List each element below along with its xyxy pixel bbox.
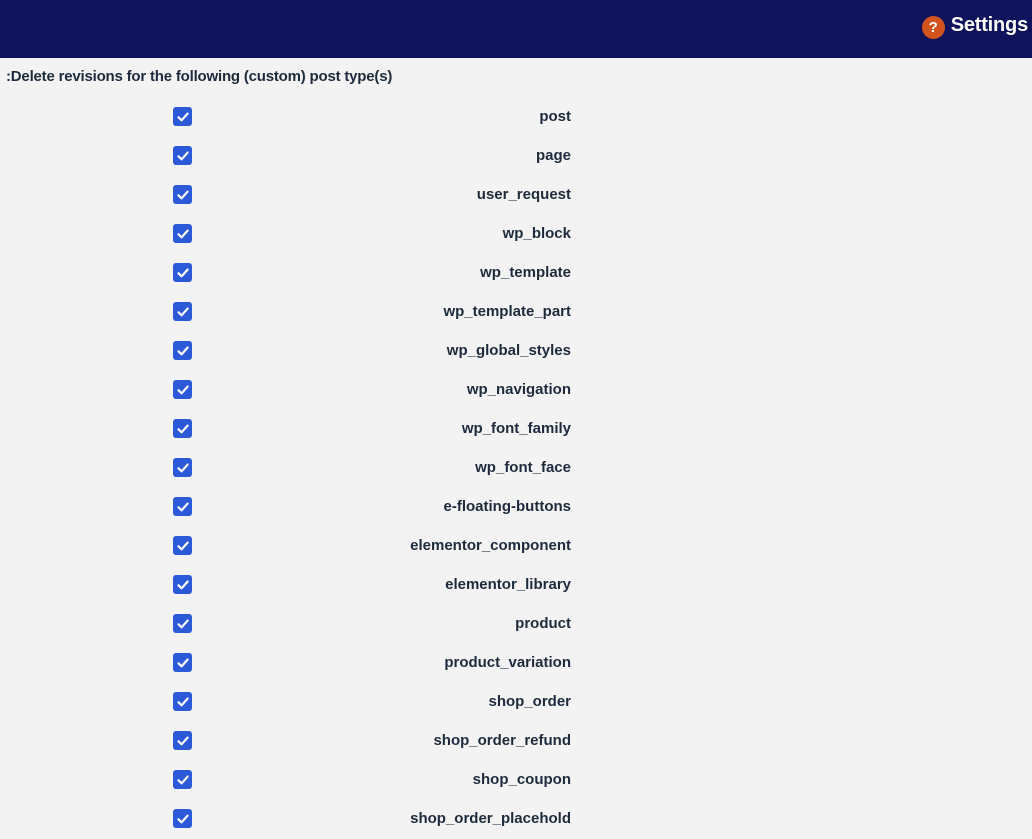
checkmark-icon <box>176 580 189 589</box>
post-type-checkbox[interactable] <box>173 731 192 750</box>
post-type-checkbox[interactable] <box>173 497 192 516</box>
checkmark-icon <box>176 541 189 550</box>
top-bar: ? Settings <box>0 0 1032 58</box>
post-type-checkbox[interactable] <box>173 614 192 633</box>
settings-label[interactable]: Settings <box>951 14 1028 37</box>
post-type-label: shop_order_placehold <box>410 810 571 827</box>
post-type-row: wp_template_part <box>0 293 1032 332</box>
post-type-checkbox[interactable] <box>173 380 192 399</box>
post-type-checkbox[interactable] <box>173 263 192 282</box>
post-type-label: product_variation <box>444 654 571 671</box>
checkmark-icon <box>176 775 189 784</box>
checkmark-icon <box>176 697 189 706</box>
checkmark-icon <box>176 112 189 121</box>
post-type-checkbox[interactable] <box>173 458 192 477</box>
post-type-row: shop_coupon <box>0 761 1032 800</box>
checkmark-icon <box>176 502 189 511</box>
post-type-label: wp_template_part <box>443 303 571 320</box>
post-type-row: product <box>0 605 1032 644</box>
section-label: :Delete revisions for the following (cus… <box>6 68 393 85</box>
post-type-label: elementor_library <box>445 576 571 593</box>
checkmark-icon <box>176 424 189 433</box>
post-type-row: wp_navigation <box>0 371 1032 410</box>
post-type-checkbox[interactable] <box>173 770 192 789</box>
post-type-label: e-floating-buttons <box>443 498 571 515</box>
post-type-label: shop_order <box>488 693 571 710</box>
post-type-label: user_request <box>476 186 571 203</box>
checkmark-icon <box>176 385 189 394</box>
post-type-row: wp_block <box>0 215 1032 254</box>
post-type-label: wp_font_family <box>461 420 571 437</box>
post-type-label: shop_coupon <box>472 771 571 788</box>
checkmark-icon <box>176 346 189 355</box>
post-type-list: post page user_request wp_block wp_templatew… <box>0 98 1032 839</box>
checkmark-icon <box>176 658 189 667</box>
post-type-label: product <box>515 615 571 632</box>
post-type-row: wp_template <box>0 254 1032 293</box>
post-type-row: elementor_library <box>0 566 1032 605</box>
post-type-row: e-floating-buttons <box>0 488 1032 527</box>
checkmark-icon <box>176 814 189 823</box>
post-type-checkbox[interactable] <box>173 224 192 243</box>
checkmark-icon <box>176 268 189 277</box>
post-type-label: wp_block <box>502 225 571 242</box>
post-type-label: page <box>535 147 571 164</box>
post-type-checkbox[interactable] <box>173 575 192 594</box>
post-type-label: wp_global_styles <box>446 342 571 359</box>
post-type-label: wp_navigation <box>466 381 571 398</box>
post-type-row: wp_global_styles <box>0 332 1032 371</box>
post-type-label: wp_template <box>480 264 571 281</box>
settings-link[interactable]: ? Settings <box>921 12 1028 39</box>
post-type-checkbox[interactable] <box>173 809 192 828</box>
post-type-label: post <box>539 108 571 125</box>
post-type-row: elementor_component <box>0 527 1032 566</box>
post-type-label: shop_order_refund <box>433 732 571 749</box>
post-type-label: elementor_component <box>410 537 571 554</box>
post-type-row: shop_order_placehold <box>0 800 1032 839</box>
post-type-row: user_request <box>0 176 1032 215</box>
post-type-checkbox[interactable] <box>173 302 192 321</box>
post-type-row: wp_font_family <box>0 410 1032 449</box>
checkmark-icon <box>176 463 189 472</box>
post-type-checkbox[interactable] <box>173 107 192 126</box>
checkmark-icon <box>176 619 189 628</box>
post-type-row: product_variation <box>0 644 1032 683</box>
post-type-checkbox[interactable] <box>173 146 192 165</box>
checkmark-icon <box>176 307 189 316</box>
post-type-label: wp_font_face <box>475 459 571 476</box>
post-type-checkbox[interactable] <box>173 185 192 204</box>
checkmark-icon <box>176 190 189 199</box>
post-type-row: shop_order <box>0 683 1032 722</box>
help-icon[interactable]: ? <box>921 16 945 39</box>
post-type-checkbox[interactable] <box>173 419 192 438</box>
post-type-checkbox[interactable] <box>173 653 192 672</box>
post-type-row: page <box>0 137 1032 176</box>
post-type-checkbox[interactable] <box>173 536 192 555</box>
post-type-checkbox[interactable] <box>173 692 192 711</box>
post-type-checkbox[interactable] <box>173 341 192 360</box>
checkmark-icon <box>176 151 189 160</box>
checkmark-icon <box>176 736 189 745</box>
post-type-row: post <box>0 98 1032 137</box>
checkmark-icon <box>176 229 189 238</box>
post-type-row: wp_font_face <box>0 449 1032 488</box>
post-type-row: shop_order_refund <box>0 722 1032 761</box>
